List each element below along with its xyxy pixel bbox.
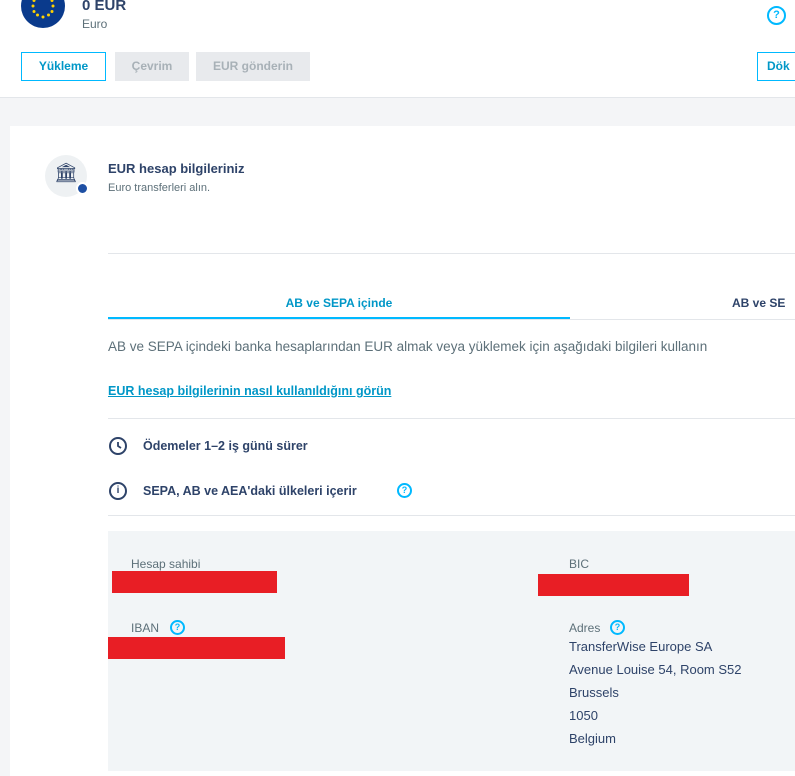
question-circle-icon[interactable]: ? [170,620,185,635]
holder-label: Hesap sahibi [131,557,201,571]
question-circle-icon[interactable]: ? [610,620,625,635]
address-line: Brussels [569,685,619,700]
howto-link[interactable]: EUR hesap bilgilerinin nasıl kullanıldığ… [108,384,391,398]
convert-button[interactable]: Çevrim [115,52,189,81]
eu-flag-icon [21,0,65,28]
eu-badge-icon [76,182,89,195]
info-icon: i [109,482,127,500]
holder-value-redacted [112,571,277,593]
tab-outside-eu-sepa[interactable]: AB ve SE [732,296,785,310]
divider [108,515,795,516]
description: AB ve SEPA içindeki banka hesaplarından … [108,339,708,354]
load-button[interactable]: Yükleme [21,52,106,81]
iban-label: IBAN [131,621,160,635]
question-circle-icon[interactable]: ? [767,6,786,25]
section-subtitle: Euro transferleri alın. [108,182,211,194]
balance-amount: 0 EUR [82,0,127,14]
send-eur-button[interactable]: EUR gönderin [196,52,310,81]
tab-eu-sepa[interactable]: AB ve SEPA içinde [108,296,570,310]
address-line: Avenue Louise 54, Room S52 [569,662,742,677]
address-label: Adres [569,621,601,635]
address-line: Belgium [569,731,616,746]
address-line: 1050 [569,708,598,723]
bic-value-redacted [538,574,689,596]
bic-label: BIC [569,557,590,571]
iban-value-redacted [108,637,285,659]
divider [108,253,795,254]
address-line: TransferWise Europe SA [569,639,713,654]
account-header: 0 EUR Euro ? Yükleme Çevrim EUR gönderin… [0,0,795,98]
timing-text: Ödemeler 1–2 iş günü sürer [143,439,308,453]
tabs-divider [108,319,795,320]
coverage-text: SEPA, AB ve AEA'daki ülkeleri içerir [143,484,357,498]
clock-icon [109,437,127,455]
divider [108,418,795,419]
section-title: EUR hesap bilgileriniz [108,161,245,176]
question-circle-icon[interactable]: ? [397,483,412,498]
balance-currency: Euro [82,17,108,31]
statement-button[interactable]: Dök [757,52,795,81]
